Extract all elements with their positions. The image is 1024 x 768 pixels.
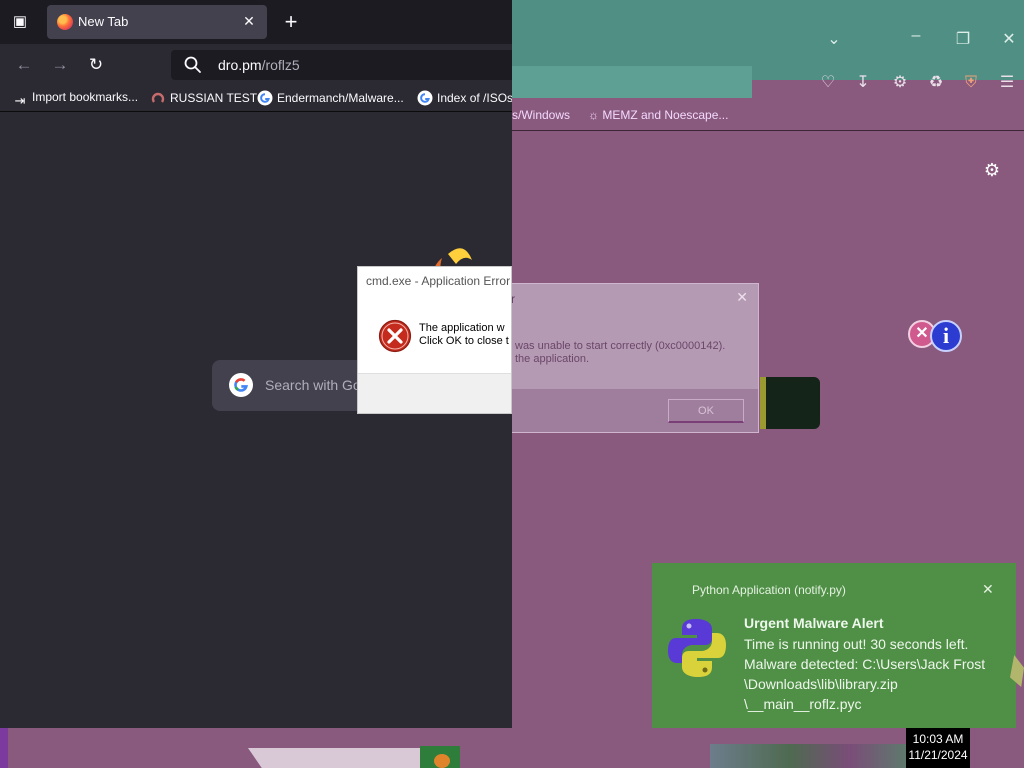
- dialog-footer: [358, 373, 511, 413]
- toast-heading: Urgent Malware Alert: [744, 615, 884, 631]
- dialog-title: cmd.exe - Application Error: [366, 274, 511, 288]
- clock-time: 10:03 AM: [912, 732, 964, 746]
- bookmark-fragment[interactable]: s/Windows: [512, 108, 570, 122]
- firefox-icon: [434, 754, 450, 768]
- account-icon[interactable]: ⚙: [889, 72, 911, 94]
- system-clock[interactable]: 10:03 AM 11/21/2024: [906, 728, 970, 768]
- clock-date: 11/21/2024: [908, 748, 968, 762]
- url-path: /roflz5: [261, 57, 300, 73]
- bookmark-import[interactable]: ⇥ Import bookmarks...: [12, 90, 138, 110]
- import-icon: ⇥: [14, 93, 26, 108]
- dialog-message-line2: Click OK to close t: [419, 335, 509, 347]
- close-icon[interactable]: ✕: [982, 581, 994, 598]
- extensions-icon[interactable]: ♻: [925, 72, 947, 94]
- minimize-icon[interactable]: –: [901, 24, 931, 48]
- bookmark-memz[interactable]: ☼ MEMZ and Noescape...: [588, 108, 728, 122]
- close-tab-icon[interactable]: ✕: [239, 11, 259, 31]
- reload-icon[interactable]: ↻: [83, 52, 109, 78]
- forward-arrow-icon[interactable]: →: [47, 52, 73, 78]
- globe-icon: ☼: [588, 108, 603, 122]
- tab-title: New Tab: [78, 14, 129, 29]
- info-icon: i: [930, 320, 962, 352]
- dialog-message-line1: The application w: [419, 322, 505, 334]
- python-logo-icon: [668, 619, 726, 677]
- chevron-down-icon[interactable]: ⌄: [819, 28, 849, 52]
- ok-button[interactable]: OK: [668, 399, 744, 423]
- firefox-icon: [57, 14, 73, 30]
- url-host: dro.pm: [218, 57, 262, 73]
- back-arrow-icon[interactable]: ←: [11, 52, 37, 78]
- tab-list-icon[interactable]: ▣: [8, 10, 32, 34]
- url-text: dro.pm/roflz5: [218, 57, 300, 73]
- plus-icon[interactable]: +: [279, 9, 303, 35]
- ghost-dialog-message-line1: was unable to start correctly (0xc000014…: [515, 340, 726, 352]
- python-notification-toast[interactable]: Python Application (notify.py) ✕ Urgent …: [652, 563, 1016, 733]
- close-window-icon[interactable]: ✕: [994, 28, 1024, 52]
- toast-line: \__main__roflz.pyc: [744, 696, 862, 712]
- glitched-address-bar: [512, 66, 752, 98]
- toolbar-divider: [512, 130, 1024, 131]
- bookmark-import-label: Import bookmarks...: [32, 90, 139, 104]
- bookmark-russian-test-label: RUSSIAN TEST: [170, 91, 258, 105]
- application-error-dialog: cmd.exe - Application Error The applicat…: [357, 266, 512, 414]
- bookmark-isos-label: Index of /ISOs: [437, 91, 512, 105]
- settings-gear-icon[interactable]: ⚙: [982, 160, 1002, 180]
- toast-line: Malware detected: C:\Users\Jack Frost: [744, 656, 986, 672]
- toast-line: \Downloads\lib\library.zip: [744, 676, 898, 692]
- ghost-error-dialog: r ✕ was unable to start correctly (0xc00…: [470, 283, 759, 433]
- browser-window: ▣ New Tab ✕ + ← → ↻ dro.pm/roflz5 ⇥ Impor…: [0, 0, 512, 728]
- glitch-block-edge: [760, 377, 766, 429]
- brave-shield-icon[interactable]: ⛨: [960, 72, 982, 94]
- glitch-block: [760, 377, 820, 429]
- ghost-dialog-message-line2: the application.: [515, 353, 589, 365]
- toast-line: Time is running out! 30 seconds left.: [744, 636, 969, 652]
- pocket-icon[interactable]: ♡: [817, 72, 839, 94]
- bookmark-endermanch[interactable]: Endermanch/Malware...: [257, 90, 404, 110]
- bookmark-isos[interactable]: Index of /ISOs: [417, 90, 512, 110]
- bookmarks-bar: ⇥ Import bookmarks... RUSSIAN TEST Enderm…: [0, 86, 512, 112]
- toast-app-name: Python Application (notify.py): [692, 583, 846, 597]
- tab-bar: ▣ New Tab ✕ +: [0, 0, 512, 44]
- error-icon: [378, 319, 412, 353]
- hamburger-menu-icon[interactable]: ☰: [996, 72, 1018, 94]
- close-icon[interactable]: ✕: [736, 289, 748, 306]
- search-icon: [184, 56, 201, 73]
- download-icon[interactable]: ↧: [852, 72, 874, 94]
- bookmark-memz-label: MEMZ and Noescape...: [602, 108, 729, 122]
- bookmark-russian-test[interactable]: RUSSIAN TEST: [150, 90, 257, 110]
- restore-icon[interactable]: ❐: [948, 28, 978, 52]
- google-icon: [257, 90, 273, 106]
- navigation-bar: ← → ↻ dro.pm/roflz5: [0, 44, 512, 86]
- address-bar[interactable]: dro.pm/roflz5: [171, 50, 512, 80]
- taskbar: [0, 728, 1024, 768]
- google-icon: [229, 373, 253, 397]
- tab-new-tab[interactable]: New Tab ✕: [47, 5, 267, 39]
- taskbar-glitch-strip: [248, 748, 420, 768]
- taskbar-accent: [0, 728, 8, 768]
- bookmark-favicon: [151, 92, 165, 103]
- ntp-search-placeholder: Search with Go: [265, 377, 361, 393]
- bookmark-endermanch-label: Endermanch/Malware...: [277, 91, 404, 105]
- google-icon: [417, 90, 433, 106]
- taskbar-glitch-area: [710, 744, 910, 768]
